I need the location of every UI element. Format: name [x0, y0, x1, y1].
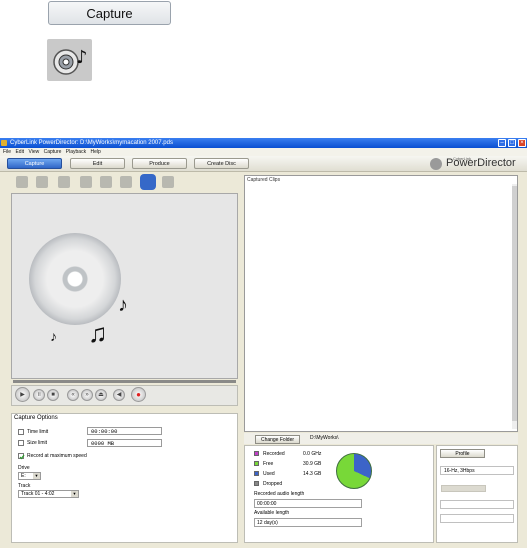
time-limit-field[interactable]: 00:00:00	[87, 427, 162, 435]
profile-field-empty	[440, 514, 514, 523]
time-limit-checkbox[interactable]	[18, 429, 24, 435]
recorded-audio-label: Recorded audio length	[254, 491, 305, 497]
minimize-icon[interactable]: –	[498, 139, 506, 147]
app-window: CyberLink PowerDirector: D:\MyWorks\myma…	[0, 138, 527, 548]
used-value: 14.3 GB	[303, 471, 322, 477]
recorded-audio-field: 00:00:00	[254, 499, 362, 508]
size-limit-field[interactable]: 0000 MB	[87, 439, 162, 447]
chevron-down-icon[interactable]: ▼	[71, 491, 78, 497]
time-limit-label: Time limit	[27, 429, 49, 435]
free-label: Free	[263, 461, 274, 467]
record-max-speed-label: Record at maximum speed	[27, 453, 87, 459]
cd-audio-icon-selected[interactable]	[140, 174, 156, 190]
volume-icon[interactable]: ◀	[113, 389, 125, 401]
tab-create-disc[interactable]: Create Disc	[194, 158, 249, 169]
microphone-icon[interactable]	[120, 176, 132, 188]
hdv-camcorder-icon[interactable]	[36, 176, 48, 188]
size-limit-checkbox[interactable]	[18, 440, 24, 446]
tab-capture[interactable]: Capture	[7, 158, 62, 169]
profile-field-empty	[440, 500, 514, 509]
track-value: Track 01 - 4:02	[21, 491, 55, 497]
title-bar: CyberLink PowerDirector: D:\MyWorks\myma…	[0, 138, 527, 148]
free-value: 30.9 GB	[303, 461, 322, 467]
eject-icon[interactable]: ⏏	[95, 389, 107, 401]
powerdirector-logo-icon	[430, 158, 442, 170]
music-note-icon: ♪	[118, 294, 128, 316]
tab-edit[interactable]: Edit	[70, 158, 125, 169]
menu-playback[interactable]: Playback	[66, 149, 86, 155]
used-label: Used	[263, 471, 275, 477]
available-length-field: 12 day(s)	[254, 518, 362, 527]
captured-clips-title: Captured Clips	[247, 177, 281, 183]
drive-label: Drive	[18, 465, 30, 471]
play-icon[interactable]: ▶	[15, 387, 30, 402]
music-note-icon: ♪	[50, 328, 57, 344]
menu-capture[interactable]: Capture	[44, 149, 62, 155]
chevron-down-icon[interactable]: ▼	[33, 473, 40, 479]
profile-value: 16-Hz, 3Hbps	[440, 466, 514, 475]
maximize-icon[interactable]: □	[508, 139, 516, 147]
rewind-icon[interactable]: «	[67, 389, 79, 401]
fast-forward-icon[interactable]: »	[81, 389, 93, 401]
recorded-swatch	[254, 451, 259, 456]
record-max-speed-checkbox[interactable]	[18, 453, 25, 460]
record-button[interactable]: ●	[131, 387, 146, 402]
size-limit-label: Size limit	[27, 440, 48, 446]
menu-edit[interactable]: Edit	[15, 149, 24, 155]
close-icon[interactable]: ×	[518, 139, 526, 147]
disabled-button	[441, 485, 486, 492]
free-swatch	[254, 461, 259, 466]
svg-text:♪: ♪	[76, 47, 88, 68]
dvd-icon[interactable]	[162, 176, 174, 188]
app-icon	[1, 140, 7, 146]
track-label: Track	[18, 483, 31, 489]
menu-bar: File Edit View Capture Playback Help	[0, 148, 527, 156]
disk-usage-pie	[336, 453, 372, 489]
cd-audio-icon[interactable]: ♪	[47, 39, 92, 81]
music-note-icon: ♫	[88, 318, 108, 348]
capture-button[interactable]: Capture	[48, 1, 171, 25]
tv-icon[interactable]	[58, 176, 70, 188]
webcam-icon[interactable]	[100, 176, 112, 188]
menu-view[interactable]: View	[28, 149, 39, 155]
cd-disc-image	[29, 233, 121, 325]
logo-text: PowerDirector	[446, 157, 516, 169]
capture-options-title: Capture Options	[14, 415, 58, 421]
dropped-swatch	[254, 481, 259, 486]
drive-value: E:	[21, 473, 26, 479]
recorded-label: Recorded	[263, 451, 285, 457]
dv-camcorder-icon[interactable]	[16, 176, 28, 188]
recorded-value: 0.0 GHz	[303, 451, 322, 457]
available-length-label: Available length	[254, 510, 290, 516]
tab-produce[interactable]: Produce	[132, 158, 187, 169]
stop-icon[interactable]: ■	[47, 389, 59, 401]
scrollbar-thumb[interactable]	[512, 186, 517, 421]
progress-slider[interactable]	[13, 380, 236, 383]
captured-clips-panel	[244, 175, 518, 432]
dropped-label: Dropped	[263, 481, 283, 487]
digital-tv-icon[interactable]	[80, 176, 92, 188]
profile-panel	[436, 445, 518, 543]
window-title: CyberLink PowerDirector: D:\MyWorks\myma…	[10, 140, 173, 146]
menu-help[interactable]: Help	[90, 149, 100, 155]
track-select[interactable]: Track 01 - 4:02	[18, 490, 79, 498]
used-swatch	[254, 471, 259, 476]
folder-path: D:\MyWorks\	[310, 435, 339, 441]
pause-icon[interactable]: ॥	[33, 389, 45, 401]
change-folder-button[interactable]: Change Folder	[255, 435, 300, 444]
profile-button[interactable]: Profile	[440, 449, 485, 458]
menu-file[interactable]: File	[3, 149, 11, 155]
